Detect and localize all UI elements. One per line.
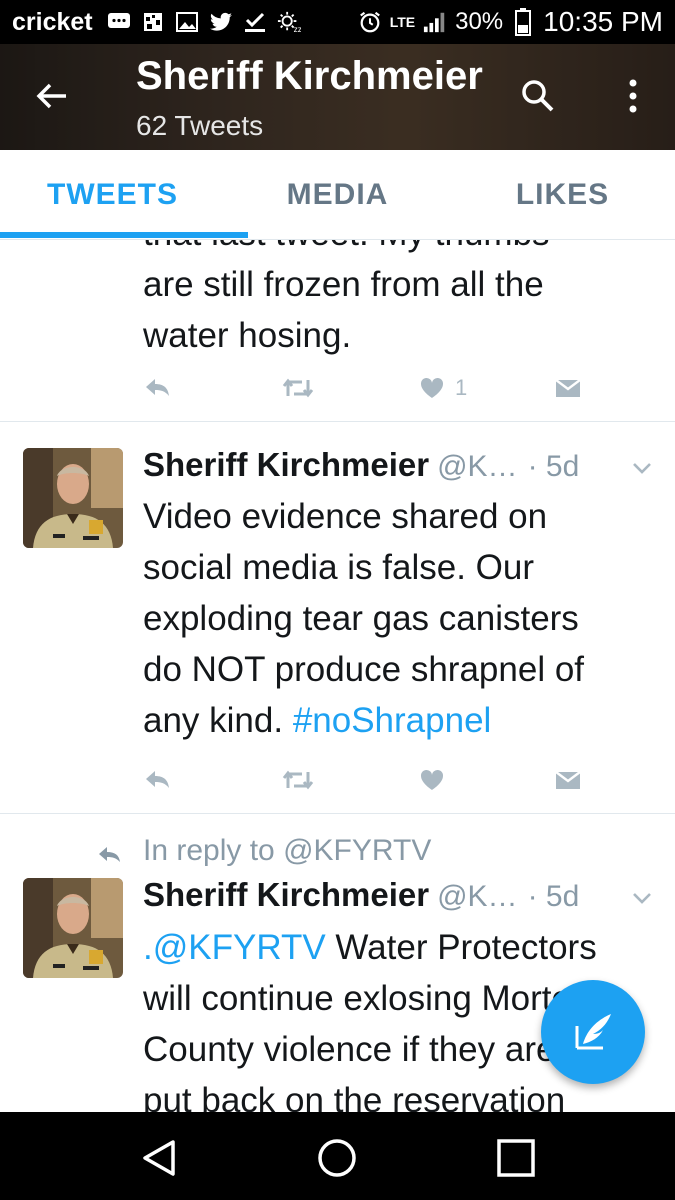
gallery-icon xyxy=(175,11,199,33)
tweet-line: that last tweet. My thumbs xyxy=(143,240,643,259)
tweet-actions: 1 xyxy=(143,368,603,408)
reply-context-icon xyxy=(99,847,120,862)
like-count: 1 xyxy=(455,375,468,400)
carrier-label: cricket xyxy=(12,7,93,36)
envelope-icon xyxy=(555,771,581,789)
tweet-text: Video evidence shared on social media is… xyxy=(143,491,643,746)
tweet-actions xyxy=(143,760,603,800)
author-name[interactable]: Sheriff Kirchmeier xyxy=(143,876,429,914)
like-button[interactable] xyxy=(419,760,445,800)
retweet-icon xyxy=(282,770,314,790)
chevron-down-icon[interactable] xyxy=(630,456,654,480)
recents-square-icon[interactable] xyxy=(494,1136,538,1180)
hashtag-link[interactable]: #noShrapnel xyxy=(293,701,492,740)
system-nav-bar xyxy=(0,1112,675,1200)
alarm-icon xyxy=(358,11,382,33)
profile-header: Sheriff Kirchmeier 62 Tweets xyxy=(0,44,675,150)
profile-name: Sheriff Kirchmeier xyxy=(136,54,483,98)
reply-button[interactable] xyxy=(143,368,173,408)
lte-label: LTE xyxy=(389,14,416,30)
heart-icon xyxy=(420,377,444,398)
tweet-header: Sheriff Kirchmeier @K… · 5d xyxy=(143,446,663,490)
retweet-button[interactable] xyxy=(281,760,315,800)
tweet-divider xyxy=(0,421,675,422)
heart-icon xyxy=(420,769,444,790)
tweet-text-segment: Water Protectors xyxy=(325,928,597,967)
battery-percent: 30% xyxy=(455,8,504,35)
author-handle[interactable]: @K… xyxy=(437,450,517,484)
tab-likes[interactable]: LIKES xyxy=(450,150,675,239)
envelope-icon xyxy=(555,379,581,397)
mention-link[interactable]: .@KFYRTV xyxy=(143,928,326,967)
tweet-line: water hosing. xyxy=(143,316,352,355)
tab-tweets[interactable]: TWEETS xyxy=(0,150,225,239)
timeline[interactable]: that last tweet. My thumbs are still fro… xyxy=(0,240,675,1112)
tweet-line: do NOT produce shrapnel of xyxy=(143,650,585,689)
reply-icon xyxy=(146,379,169,396)
sleep-mode-icon: zz xyxy=(277,11,301,34)
direct-message-button[interactable] xyxy=(554,368,582,408)
tweet-header: Sheriff Kirchmeier @K… · 5d xyxy=(143,876,663,920)
clock: 10:35 PM xyxy=(543,6,663,37)
battery-icon xyxy=(511,8,535,36)
avatar[interactable] xyxy=(23,878,123,978)
screen: cricket zz LTE xyxy=(0,0,675,1200)
tweet-count: 62 Tweets xyxy=(136,110,264,141)
chevron-down-icon[interactable] xyxy=(630,886,654,910)
tweet-text-segment: any kind. xyxy=(143,701,293,740)
tweet-line: exploding tear gas canisters xyxy=(143,599,579,638)
overflow-menu-icon[interactable] xyxy=(620,78,646,114)
download-check-icon xyxy=(243,11,267,33)
tweet-line: social media is false. Our xyxy=(143,548,534,587)
tweet-date: · 5d xyxy=(527,880,580,913)
like-button[interactable]: 1 xyxy=(419,368,467,408)
direct-message-button[interactable] xyxy=(554,760,582,800)
signal-icon xyxy=(423,11,447,33)
reply-button[interactable] xyxy=(143,760,173,800)
retweet-button[interactable] xyxy=(281,368,315,408)
svg-text:zz: zz xyxy=(293,24,300,34)
reply-context[interactable]: In reply to @KFYRTV xyxy=(143,834,431,868)
profile-tabs: TWEETS MEDIA LIKES xyxy=(0,150,675,240)
message-icon xyxy=(107,11,131,33)
tweet-divider xyxy=(0,813,675,814)
author-name[interactable]: Sheriff Kirchmeier xyxy=(143,446,429,484)
status-bar: cricket zz LTE xyxy=(0,0,675,44)
author-handle[interactable]: @K… xyxy=(437,880,517,914)
back-triangle-icon[interactable] xyxy=(137,1136,181,1180)
tweet-line: Video evidence shared on xyxy=(143,497,548,536)
twitter-bird-icon xyxy=(209,11,233,33)
avatar[interactable] xyxy=(23,448,123,548)
home-circle-icon[interactable] xyxy=(315,1136,359,1180)
search-icon[interactable] xyxy=(520,78,556,114)
retweet-icon xyxy=(282,378,314,398)
tweet-line: are still frozen from all the xyxy=(143,265,544,304)
tweet-date: · 5d xyxy=(527,450,580,483)
status-right: LTE 30% 10:35 PM xyxy=(358,6,663,38)
compose-tweet-button[interactable] xyxy=(541,980,645,1084)
tweet-line: .@KFYRTV Water Protectors xyxy=(143,922,663,973)
back-arrow-icon[interactable] xyxy=(32,76,72,116)
tweet-line: any kind. #noShrapnel xyxy=(143,695,643,746)
reply-icon xyxy=(146,771,169,788)
notification-icons: zz xyxy=(107,11,301,34)
tab-media[interactable]: MEDIA xyxy=(225,150,450,239)
tweet-text-partial: that last tweet. My thumbs are still fro… xyxy=(143,240,643,361)
active-tab-indicator xyxy=(0,232,248,238)
compose-quill-icon xyxy=(575,1014,611,1050)
sd-card-icon xyxy=(141,11,165,33)
